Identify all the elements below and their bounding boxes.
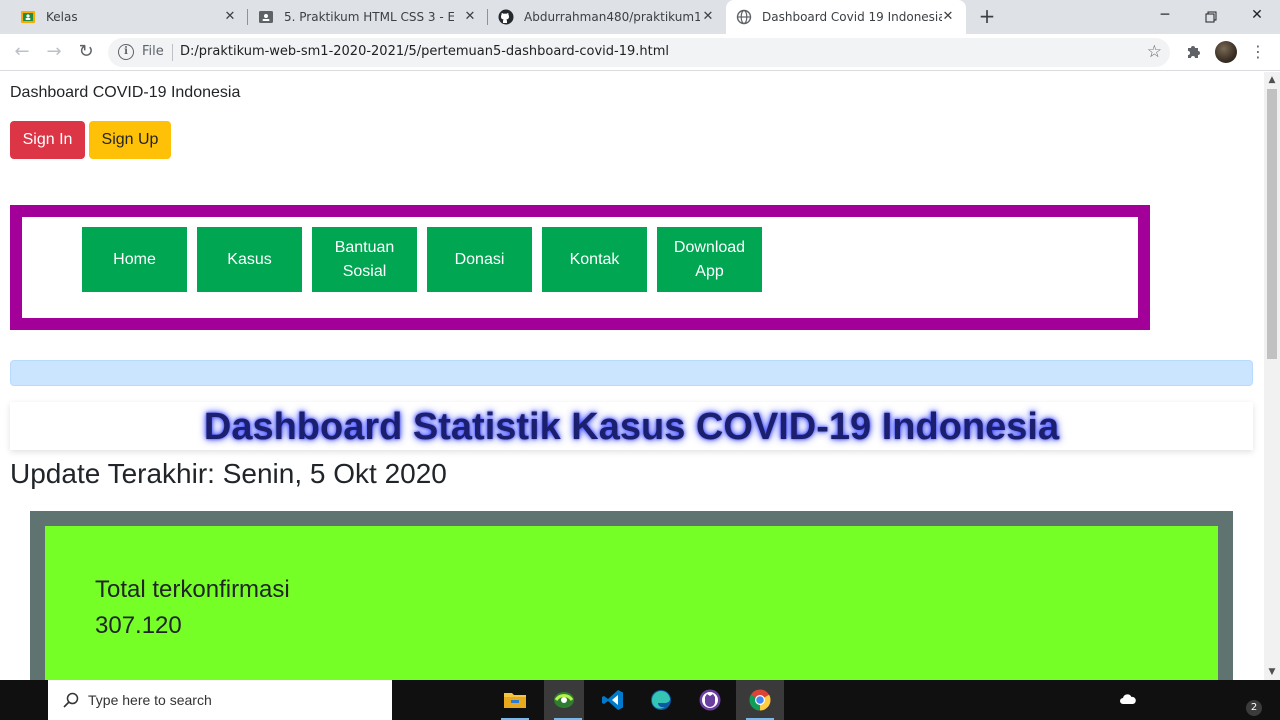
tab-strip: Kelas ✕ 5. Praktikum HTML CSS 3 - Extern…: [0, 0, 1280, 34]
tab-title: Kelas: [46, 10, 78, 24]
new-tab-button[interactable]: +: [976, 5, 998, 27]
stat-label: Total terkonfirmasi: [95, 576, 290, 603]
notification-badge[interactable]: 2: [1246, 700, 1262, 716]
menu-item-bantuan-sosial[interactable]: Bantuan Sosial: [312, 227, 417, 292]
chrome-icon[interactable]: [736, 680, 784, 720]
taskbar-search[interactable]: Type here to search: [48, 680, 392, 720]
search-placeholder: Type here to search: [88, 692, 212, 708]
page-headline: Dashboard Statistik Kasus COVID-19 Indon…: [10, 402, 1253, 450]
extensions-puzzle-icon[interactable]: [1184, 42, 1204, 62]
menu-item-kasus[interactable]: Kasus: [197, 227, 302, 292]
tab-github[interactable]: Abdurrahman480/praktikum1-web ✕: [488, 0, 726, 34]
file-explorer-icon[interactable]: [491, 680, 539, 720]
app-icon[interactable]: [544, 680, 584, 720]
tab-title: Abdurrahman480/praktikum1-web: [524, 10, 700, 24]
github-icon: [498, 9, 514, 25]
tab-dashboard-active[interactable]: Dashboard Covid 19 Indonesia ✕: [726, 0, 966, 34]
profile-avatar[interactable]: [1215, 41, 1237, 63]
tab-kelas[interactable]: Kelas ✕: [0, 0, 248, 34]
address-bar[interactable]: i File D:/praktikum-web-sm1-2020-2021/5/…: [108, 38, 1170, 67]
page-scrollbar[interactable]: ▲ ▼: [1264, 72, 1280, 680]
site-title: Dashboard COVID-19 Indonesia: [10, 84, 241, 101]
scroll-down-icon[interactable]: ▼: [1264, 664, 1280, 680]
stat-card: Total terkonfirmasi 307.120: [30, 511, 1233, 680]
forward-icon[interactable]: →: [42, 40, 66, 64]
google-classroom-icon: [20, 9, 36, 25]
onedrive-cloud-icon[interactable]: [1118, 691, 1138, 709]
menu-kebab-icon[interactable]: ⋮: [1250, 41, 1266, 63]
close-tab-icon[interactable]: ✕: [222, 9, 238, 25]
menu-item-kontak[interactable]: Kontak: [542, 227, 647, 292]
info-icon[interactable]: i: [118, 44, 134, 60]
close-tab-icon[interactable]: ✕: [940, 9, 956, 25]
last-update-text: Update Terakhir: Senin, 5 Okt 2020: [10, 458, 447, 489]
close-tab-icon[interactable]: ✕: [700, 9, 716, 25]
taskbar: Type here to search 2: [0, 680, 1280, 720]
scroll-up-icon[interactable]: ▲: [1264, 72, 1280, 88]
scheme-label: File: [142, 44, 164, 59]
menu-item-home[interactable]: Home: [82, 227, 187, 292]
sign-up-button[interactable]: Sign Up: [89, 121, 171, 159]
vscode-icon[interactable]: [589, 680, 637, 720]
menu-item-donasi[interactable]: Donasi: [427, 227, 532, 292]
close-tab-icon[interactable]: ✕: [462, 9, 478, 25]
divider: [172, 44, 173, 61]
stat-card-body: Total terkonfirmasi 307.120: [45, 526, 1218, 680]
browser-toolbar: ← → ↻ i File D:/praktikum-web-sm1-2020-2…: [0, 34, 1280, 71]
sign-in-button[interactable]: Sign In: [10, 121, 85, 159]
close-window-icon[interactable]: ✕: [1234, 0, 1280, 34]
restore-icon[interactable]: [1188, 0, 1234, 34]
bookmark-star-icon[interactable]: ☆: [1147, 42, 1162, 62]
reload-icon[interactable]: ↻: [74, 40, 98, 64]
back-icon[interactable]: ←: [10, 40, 34, 64]
menu-item-download-app[interactable]: Download App: [657, 227, 762, 292]
classroom-assignment-icon: [258, 9, 274, 25]
edge-icon[interactable]: [637, 680, 685, 720]
info-alert: [10, 360, 1253, 386]
search-icon: [62, 691, 80, 709]
minimize-icon[interactable]: ─: [1142, 0, 1188, 34]
tab-title: 5. Praktikum HTML CSS 3 - Extern: [284, 10, 454, 24]
app-icon[interactable]: [686, 680, 734, 720]
start-button[interactable]: [0, 680, 48, 720]
page-viewport: Dashboard COVID-19 Indonesia Sign In Sig…: [0, 72, 1264, 680]
stat-value: 307.120: [95, 612, 182, 639]
main-menu: Home Kasus Bantuan Sosial Donasi Kontak …: [10, 205, 1150, 330]
scroll-thumb[interactable]: [1267, 89, 1277, 359]
tab-title: Dashboard Covid 19 Indonesia: [762, 10, 942, 24]
globe-icon: [736, 9, 752, 25]
url-text[interactable]: D:/praktikum-web-sm1-2020-2021/5/pertemu…: [180, 44, 669, 59]
tab-praktikum[interactable]: 5. Praktikum HTML CSS 3 - Extern ✕: [248, 0, 488, 34]
